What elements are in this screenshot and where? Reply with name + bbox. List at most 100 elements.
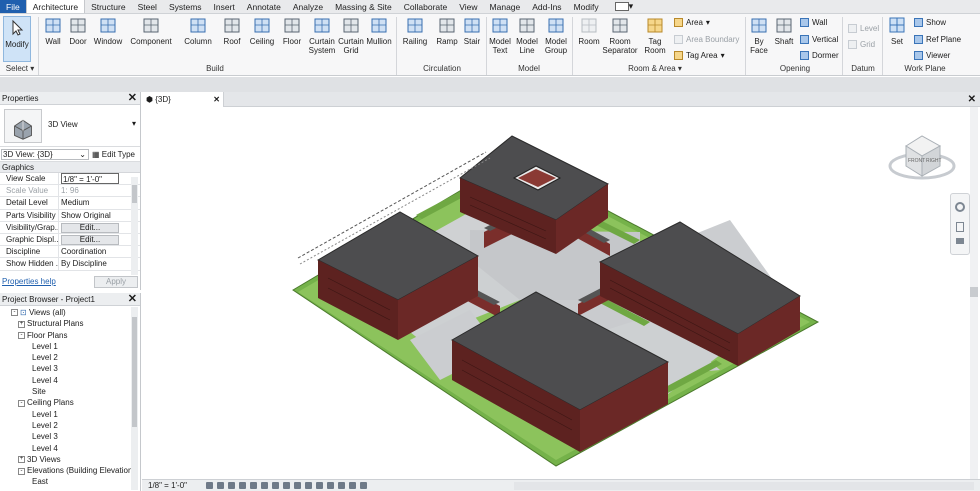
temp-hide-icon[interactable] xyxy=(294,482,301,489)
analytical-icon[interactable] xyxy=(338,482,345,489)
tree-item-floor-plans[interactable]: - Floor Plans xyxy=(0,330,140,341)
tree-item-site[interactable]: Site xyxy=(0,386,140,397)
unlock-icon[interactable] xyxy=(283,482,290,489)
model-line-button[interactable]: Model Line xyxy=(514,16,540,55)
shaft-button[interactable]: Shaft xyxy=(772,16,796,46)
property-row-graphic-displ[interactable]: Graphic Displ... Edit... xyxy=(0,233,140,247)
show-work-plane-button[interactable]: Show xyxy=(914,18,946,27)
type-selector[interactable]: 3D View ▾ xyxy=(0,105,140,147)
column-button[interactable]: Column xyxy=(182,16,214,46)
apply-button[interactable]: Apply xyxy=(94,276,138,288)
view-cube[interactable]: FRONT RIGHT xyxy=(888,135,956,180)
view-tab-3d[interactable]: ⬢ {3D} ✕ xyxy=(142,92,224,107)
ref-plane-button[interactable]: Ref Plane xyxy=(914,35,961,44)
visual-style-icon[interactable] xyxy=(217,482,224,489)
area-boundary-button[interactable]: Area Boundary xyxy=(674,35,739,44)
railing-button[interactable]: Railing xyxy=(400,16,430,46)
tree-item-3d-views[interactable]: +3D Views xyxy=(0,454,140,465)
collapse-icon[interactable]: - xyxy=(18,399,25,407)
tab-collaborate[interactable]: Collaborate xyxy=(398,0,453,13)
window-button[interactable]: Window xyxy=(92,16,124,46)
tree-item-level-3[interactable]: Level 3 xyxy=(0,431,140,442)
mullion-button[interactable]: Mullion xyxy=(364,16,394,46)
scroll-thumb[interactable] xyxy=(132,185,137,203)
property-row-visibility-grap[interactable]: Visibility/Grap... Edit... xyxy=(0,221,140,234)
temp-view-icon[interactable] xyxy=(316,482,323,489)
expand-icon[interactable]: + xyxy=(18,456,25,464)
set-work-plane-button[interactable]: Set xyxy=(886,16,908,46)
tab-architecture[interactable]: Architecture xyxy=(25,0,86,13)
tab-steel[interactable]: Steel xyxy=(132,0,163,13)
instance-selector[interactable]: 3D View: {3D} ⌄ xyxy=(1,149,89,160)
nav-options-icon[interactable] xyxy=(956,238,964,244)
by-face-button[interactable]: By Face xyxy=(748,16,770,55)
ceiling-button[interactable]: Ceiling xyxy=(248,16,276,46)
tree-item-level-4[interactable]: Level 4 xyxy=(0,443,140,454)
tree-item-east[interactable]: East xyxy=(0,476,140,487)
tab-manage[interactable]: Manage xyxy=(484,0,527,13)
ramp-button[interactable]: Ramp xyxy=(434,16,460,46)
contextual-tab-toggle[interactable]: ▾ xyxy=(614,0,633,13)
expand-icon[interactable]: + xyxy=(18,320,25,328)
view-scale-input[interactable]: 1/8" = 1'-0" xyxy=(61,173,119,184)
3d-view-canvas[interactable]: FRONT RIGHT xyxy=(142,107,980,480)
properties-scrollbar[interactable] xyxy=(131,177,138,275)
tree-item-elevations-building-elevation[interactable]: - Elevations (Building Elevation) xyxy=(0,465,140,476)
tag-room-button[interactable]: Tag Room xyxy=(642,16,668,55)
close-icon[interactable]: ✕ xyxy=(128,293,137,306)
roof-button[interactable]: Roof xyxy=(220,16,244,46)
tab-structure[interactable]: Structure xyxy=(85,0,132,13)
canvas-hscroll[interactable] xyxy=(514,482,974,490)
tab-view[interactable]: View xyxy=(453,0,483,13)
highlight-icon[interactable] xyxy=(349,482,356,489)
tree-item-level-2[interactable]: Level 2 xyxy=(0,352,140,363)
edit-button[interactable]: Edit... xyxy=(61,222,119,233)
component-button[interactable]: Component xyxy=(128,16,174,46)
tab-massing-site[interactable]: Massing & Site xyxy=(329,0,398,13)
canvas-vscroll[interactable] xyxy=(970,107,978,480)
view-scale-label[interactable]: 1/8" = 1'-0" xyxy=(148,480,187,491)
edit-type-button[interactable]: ▦ Edit Type xyxy=(92,150,135,159)
scroll-thumb[interactable] xyxy=(132,317,137,427)
tree-item-level-1[interactable]: Level 1 xyxy=(0,409,140,420)
tree-item-level-3[interactable]: Level 3 xyxy=(0,363,140,374)
navigation-bar[interactable] xyxy=(950,193,970,255)
room-button[interactable]: Room xyxy=(576,16,602,46)
close-icon[interactable]: ✕ xyxy=(968,92,976,107)
model-group-button[interactable]: Model Group xyxy=(542,16,570,55)
tree-item-ceiling-plans[interactable]: - Ceiling Plans xyxy=(0,397,140,408)
collapse-icon[interactable]: - xyxy=(11,309,18,317)
vertical-opening-button[interactable]: Vertical xyxy=(800,35,838,44)
render-icon[interactable] xyxy=(250,482,257,489)
grid-button[interactable]: Grid xyxy=(848,40,875,49)
close-icon[interactable]: ✕ xyxy=(128,92,137,105)
tree-item-level-2[interactable]: Level 2 xyxy=(0,420,140,431)
property-row-discipline[interactable]: Discipline Coordination xyxy=(0,246,140,259)
tab-add-ins[interactable]: Add-Ins xyxy=(526,0,567,13)
property-row-show-hidden[interactable]: Show Hidden ... By Discipline xyxy=(0,258,140,271)
select-panel-label[interactable]: Select ▾ xyxy=(3,64,37,73)
collapse-icon[interactable]: - xyxy=(18,331,25,339)
property-row-view-scale[interactable]: View Scale 1/8" = 1'-0" xyxy=(0,173,140,186)
tab-systems[interactable]: Systems xyxy=(163,0,208,13)
tree-item-level-1[interactable]: Level 1 xyxy=(0,341,140,352)
curtain-system-button[interactable]: Curtain System xyxy=(306,16,338,55)
property-row-parts-visibility[interactable]: Parts Visibility Show Original xyxy=(0,209,140,222)
tab-modify[interactable]: Modify xyxy=(568,0,605,13)
constraints-icon[interactable] xyxy=(360,482,367,489)
sun-path-icon[interactable] xyxy=(228,482,235,489)
wall-opening-button[interactable]: Wall xyxy=(800,18,827,27)
tree-item-views-all[interactable]: - ⊡ Views (all) xyxy=(0,307,140,318)
level-button[interactable]: Level xyxy=(848,24,879,33)
edit-button[interactable]: Edit... xyxy=(61,234,119,245)
properties-help-link[interactable]: Properties help xyxy=(2,277,56,286)
zoom-icon[interactable] xyxy=(956,222,964,232)
viewer-button[interactable]: Viewer xyxy=(914,51,950,60)
modify-button[interactable]: Modify xyxy=(3,16,31,62)
room-separator-button[interactable]: Room Separator xyxy=(602,16,638,55)
steering-wheel-icon[interactable] xyxy=(955,202,965,212)
tag-area-button[interactable]: Tag Area ▾ xyxy=(674,51,725,60)
area-button[interactable]: Area ▾ xyxy=(674,18,710,27)
tree-item-structural-plans[interactable]: + Structural Plans xyxy=(0,318,140,329)
crop-region-icon[interactable] xyxy=(272,482,279,489)
